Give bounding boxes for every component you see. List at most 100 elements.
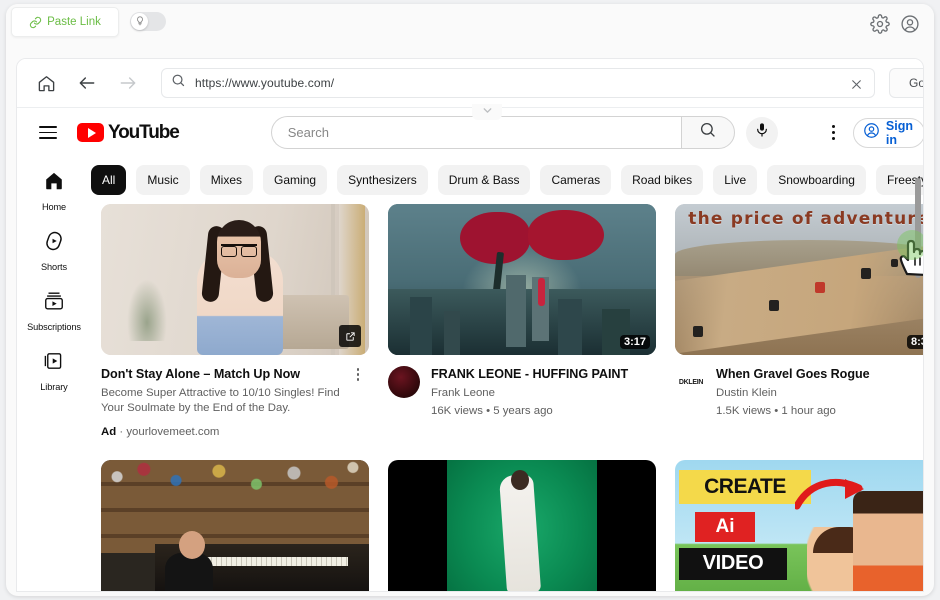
chip-live[interactable]: Live (713, 165, 757, 195)
video-grid: Don't Stay Alone – Match Up Now Become S… (91, 204, 924, 592)
video-more-options-icon[interactable] (349, 366, 367, 438)
channel-avatar[interactable]: DKLEIN (675, 366, 707, 398)
address-bar[interactable] (161, 68, 875, 98)
search-icon (171, 73, 186, 93)
hamburger-menu-icon[interactable] (39, 122, 57, 144)
video-meta: DKLEIN When Gravel Goes Rogue Dustin Kle… (675, 366, 924, 420)
shorts-icon (43, 230, 65, 257)
browser-panel: Go YouTube (16, 58, 924, 592)
scrollbar-thumb[interactable] (915, 178, 921, 278)
video-row: Don't Stay Alone – Match Up Now Become S… (91, 204, 924, 438)
thumbnail-text-video: VIDEO (679, 548, 787, 580)
channel-name[interactable]: Dustin Klein (716, 386, 924, 402)
ad-separator: · (119, 426, 123, 438)
video-meta: FRANK LEONE - HUFFING PAINT Frank Leone … (388, 366, 656, 420)
more-vertical-icon[interactable] (830, 120, 838, 146)
ad-domain: yourlovemeet.com (126, 426, 219, 438)
toggle-knob (131, 13, 148, 30)
gear-icon[interactable] (870, 14, 890, 34)
video-thumbnail[interactable] (101, 204, 369, 355)
video-meta: Don't Stay Alone – Match Up Now Become S… (101, 366, 369, 438)
address-input[interactable] (195, 76, 825, 90)
chip-music[interactable]: Music (136, 165, 189, 195)
video-thumbnail[interactable]: 3:17 (388, 204, 656, 355)
ad-attribution: Ad · yourlovemeet.com (101, 426, 345, 438)
filter-chips-row[interactable]: All Music Mixes Gaming Synthesizers Drum… (91, 160, 924, 200)
sidebar-label: Library (40, 382, 67, 392)
video-thumbnail[interactable]: CREATE Ai VIDEO (675, 460, 924, 592)
video-row: CREATE Ai VIDEO (91, 460, 924, 592)
video-thumbnail[interactable] (101, 460, 369, 592)
sidebar-item-shorts[interactable]: Shorts (21, 222, 87, 280)
lightbulb-icon (135, 13, 145, 31)
youtube-logo[interactable]: YouTube (77, 122, 179, 144)
video-stats: 1.5K views • 1 hour ago (716, 404, 924, 420)
sidebar-label: Shorts (41, 262, 67, 272)
lightbulb-toggle[interactable] (130, 12, 166, 31)
account-circle-icon[interactable] (900, 14, 920, 34)
video-card[interactable]: 3:17 FRANK LEONE - HUFFING PAINT Frank L… (388, 204, 656, 438)
video-title[interactable]: When Gravel Goes Rogue (716, 366, 924, 383)
library-icon (43, 350, 65, 377)
sidebar-label: Subscriptions (27, 322, 81, 332)
chip-snowboarding[interactable]: Snowboarding (767, 165, 866, 195)
thumbnail-text-create: CREATE (679, 470, 811, 504)
video-card[interactable]: the price of adventure 8:36 DKLEIN When … (675, 204, 924, 438)
chip-synthesizers[interactable]: Synthesizers (337, 165, 428, 195)
go-button[interactable]: Go (889, 68, 924, 98)
browser-toolbar: Go (17, 59, 923, 108)
paste-link-label: Paste Link (47, 16, 101, 28)
youtube-wordmark: YouTube (108, 122, 179, 144)
back-button[interactable] (72, 68, 102, 98)
chip-all[interactable]: All (91, 165, 126, 195)
open-in-new-icon[interactable] (339, 325, 361, 347)
video-title[interactable]: FRANK LEONE - HUFFING PAINT (431, 366, 654, 383)
sidebar-item-library[interactable]: Library (21, 342, 87, 400)
home-icon[interactable] (31, 68, 61, 98)
chip-cameras[interactable]: Cameras (540, 165, 611, 195)
mini-guide-sidebar: Home Shorts (17, 157, 91, 592)
thumbnail-text-ai: Ai (695, 512, 755, 542)
sidebar-item-home[interactable]: Home (21, 162, 87, 220)
chip-road-bikes[interactable]: Road bikes (621, 165, 703, 195)
ad-badge: Ad (101, 426, 116, 438)
go-label: Go (909, 76, 924, 90)
search-input-container[interactable] (271, 116, 681, 149)
account-circle-icon (863, 122, 880, 144)
channel-avatar[interactable] (388, 366, 420, 398)
voice-search-button[interactable] (746, 117, 778, 149)
chain-link-icon (29, 16, 42, 29)
microphone-icon (754, 122, 770, 143)
paste-link-button[interactable]: Paste Link (11, 7, 119, 37)
video-card[interactable] (388, 460, 656, 592)
application-window: Paste Link (6, 4, 934, 596)
arrow-icon (795, 476, 869, 510)
thumbnail-title-text: the price of adventure (675, 209, 924, 229)
sign-in-button[interactable]: Sign in (853, 118, 924, 148)
chip-gaming[interactable]: Gaming (263, 165, 327, 195)
subscriptions-icon (43, 290, 65, 317)
video-title[interactable]: Don't Stay Alone – Match Up Now (101, 366, 345, 383)
video-card[interactable]: CREATE Ai VIDEO (675, 460, 924, 592)
clear-address-icon[interactable] (848, 76, 864, 92)
video-card-ad[interactable]: Don't Stay Alone – Match Up Now Become S… (101, 204, 369, 438)
search-icon (699, 121, 717, 144)
video-thumbnail[interactable]: the price of adventure 8:36 (675, 204, 924, 355)
youtube-page: YouTube (17, 108, 924, 592)
video-thumbnail[interactable] (388, 460, 656, 592)
chip-mixes[interactable]: Mixes (200, 165, 253, 195)
search-input[interactable] (288, 125, 658, 140)
video-duration-badge: 3:17 (620, 335, 650, 349)
chip-drum-and-bass[interactable]: Drum & Bass (438, 165, 531, 195)
youtube-masthead: YouTube (17, 108, 924, 157)
collapse-panel-handle[interactable] (472, 104, 502, 120)
channel-name[interactable]: Frank Leone (431, 386, 654, 402)
youtube-play-icon (77, 123, 104, 142)
forward-button[interactable] (113, 68, 143, 98)
video-stats: 16K views • 5 years ago (431, 404, 654, 420)
search-submit-button[interactable] (681, 116, 735, 149)
sidebar-item-subscriptions[interactable]: Subscriptions (21, 282, 87, 340)
chevron-down-icon (481, 104, 494, 122)
app-toolbar: Paste Link (6, 4, 934, 46)
video-card[interactable] (101, 460, 369, 592)
